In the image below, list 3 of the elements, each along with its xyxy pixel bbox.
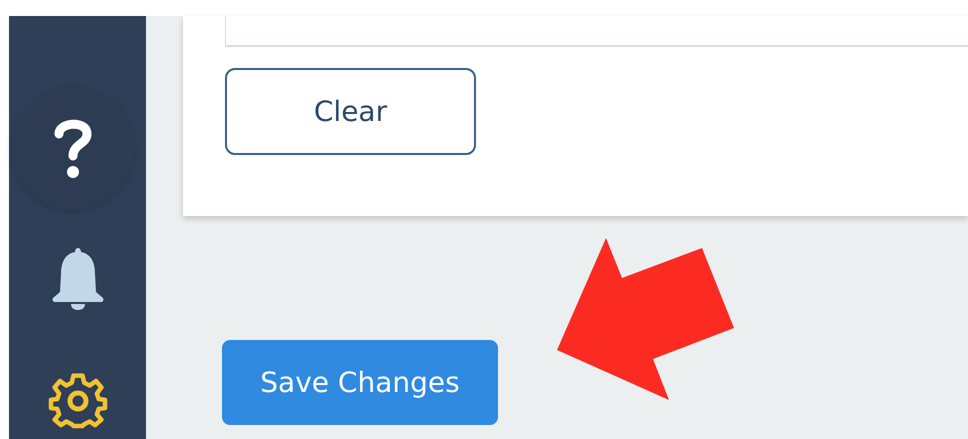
clear-button[interactable]: Clear [225,68,476,155]
save-changes-button[interactable]: Save Changes [222,340,498,425]
bell-icon[interactable] [50,248,104,310]
